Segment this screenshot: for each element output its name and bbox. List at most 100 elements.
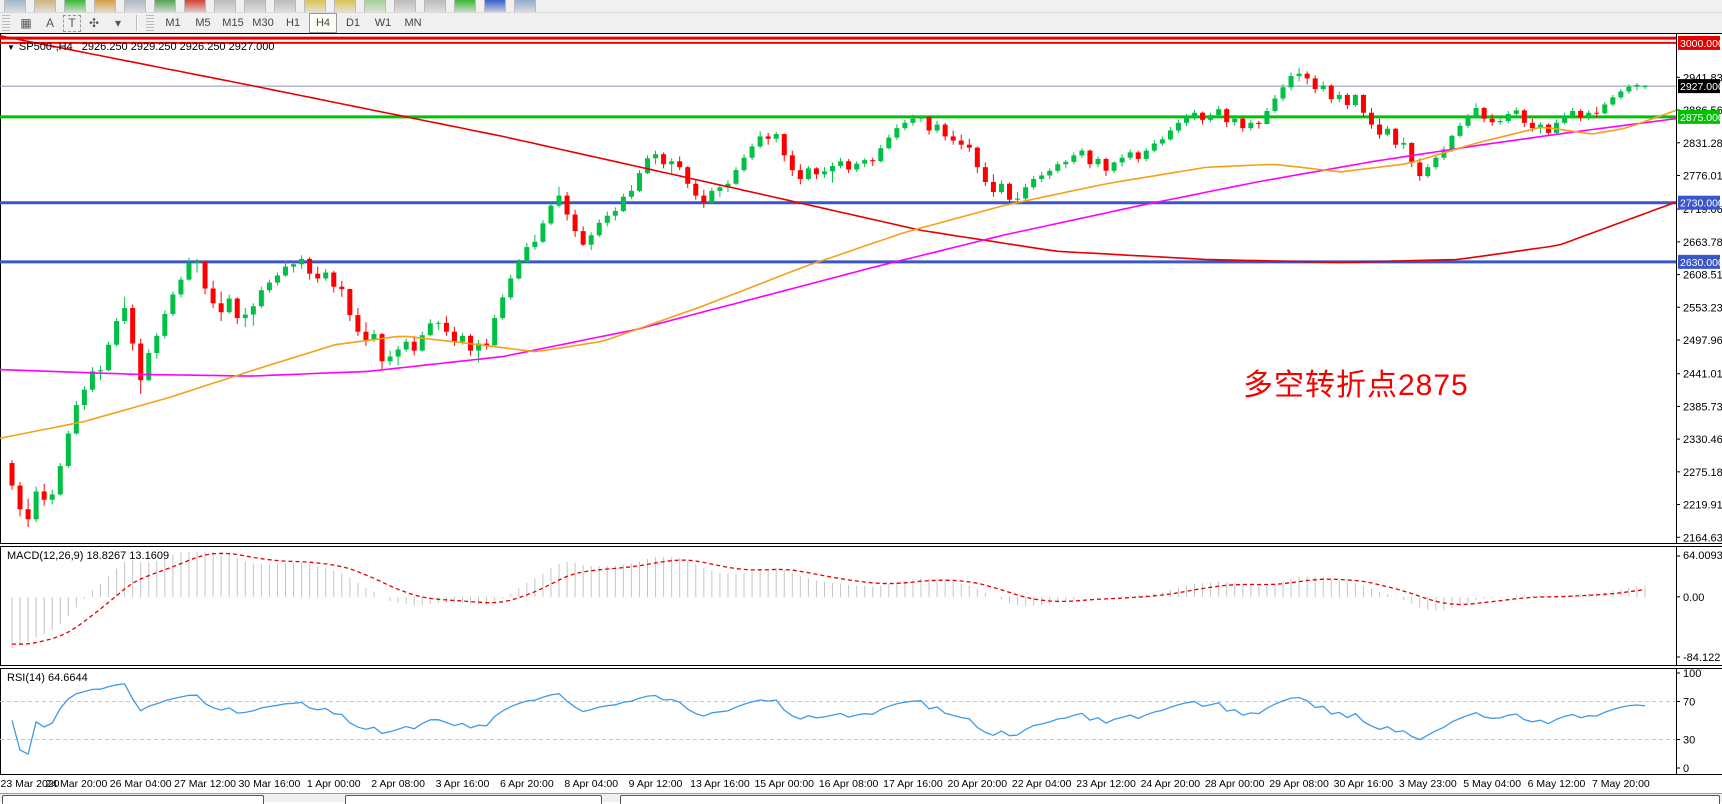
timeframe-button-h1[interactable]: H1 — [279, 13, 307, 33]
svg-text:30: 30 — [1683, 735, 1695, 747]
svg-text:3000.000: 3000.000 — [1680, 38, 1722, 50]
profiles-icon[interactable] — [94, 0, 116, 13]
date-tick-label: 22 Apr 04:00 — [1012, 778, 1072, 790]
ohlc-values: 2926.250 2929.250 2926.250 2927.000 — [82, 41, 275, 53]
date-tick-label: 24 Mar 20:00 — [45, 778, 107, 790]
svg-text:2441.010: 2441.010 — [1683, 369, 1722, 381]
rsi-label: RSI(14) 64.6644 — [7, 672, 88, 684]
svg-text:2630.000: 2630.000 — [1680, 257, 1722, 269]
h-resize-icon[interactable] — [274, 0, 296, 13]
date-tick-label: 28 Apr 00:00 — [1205, 778, 1265, 790]
date-tick-label: 6 May 12:00 — [1528, 778, 1586, 790]
toolbar-drag-handle[interactable] — [2, 15, 10, 31]
svg-text:0: 0 — [1683, 763, 1689, 775]
date-tick-label: 29 Apr 08:00 — [1269, 778, 1329, 790]
timeframe-button-m30[interactable]: M30 — [249, 13, 277, 33]
date-tick-label: 15 Apr 00:00 — [754, 778, 814, 790]
svg-text:2730.000: 2730.000 — [1680, 198, 1722, 210]
table-icon[interactable] — [364, 0, 386, 13]
date-tick-label: 23 Apr 12:00 — [1076, 778, 1136, 790]
tab-3[interactable] — [620, 795, 1720, 804]
svg-text:2776.010: 2776.010 — [1683, 170, 1722, 182]
date-tick-label: 20 Apr 20:00 — [948, 778, 1008, 790]
date-tick-label: 1 Apr 00:00 — [307, 778, 361, 790]
date-tick-label: 24 Apr 20:00 — [1141, 778, 1201, 790]
svg-text:2497.960: 2497.960 — [1683, 335, 1722, 347]
date-tick-label: 6 Apr 20:00 — [500, 778, 554, 790]
svg-text:64.0093: 64.0093 — [1683, 550, 1722, 562]
toolbar-separator — [136, 15, 138, 31]
date-tick-label: 3 Apr 16:00 — [436, 778, 490, 790]
rsi-panel[interactable]: 100 70 30 0 — [0, 668, 1722, 775]
tab-1[interactable] — [2, 795, 264, 804]
tab-2[interactable] — [345, 795, 602, 804]
refresh-stop-icon[interactable] — [184, 0, 206, 13]
top-toolbar — [0, 0, 1722, 13]
info-icon[interactable] — [484, 0, 506, 13]
chart-window: ▼SP500-,H4 2926.250 2929.250 2926.250 29… — [0, 33, 1722, 801]
chart-text-annotation[interactable]: 多空转折点2875 — [1243, 360, 1469, 404]
timeframe-button-m15[interactable]: M15 — [219, 13, 247, 33]
date-tick-label: 16 Apr 08:00 — [819, 778, 879, 790]
resize-right-icon[interactable] — [424, 0, 446, 13]
svg-text:2553.235: 2553.235 — [1683, 302, 1722, 314]
add-indicator-icon[interactable] — [454, 0, 476, 13]
svg-text:70: 70 — [1683, 697, 1695, 709]
date-tick-label: 27 Mar 12:00 — [174, 778, 236, 790]
svg-text:100: 100 — [1683, 668, 1701, 680]
svg-text:2608.510: 2608.510 — [1683, 270, 1722, 282]
new-chart-icon[interactable] — [4, 0, 26, 13]
pointer-grid-icon[interactable]: ▦ — [15, 14, 37, 32]
ruler-icon[interactable] — [514, 0, 536, 13]
svg-text:2875.000: 2875.000 — [1680, 112, 1722, 124]
svg-text:2927.000: 2927.000 — [1680, 81, 1722, 93]
svg-text:0.00: 0.00 — [1683, 592, 1704, 604]
date-tick-label: 7 May 20:00 — [1592, 778, 1650, 790]
preview-icon[interactable] — [154, 0, 176, 13]
macd-panel[interactable]: 64.0093 0.00 -84.122 — [0, 546, 1722, 666]
svg-text:2663.785: 2663.785 — [1683, 237, 1722, 249]
collapse-triangle-icon[interactable]: ▼ — [7, 43, 15, 52]
pencil-icon[interactable] — [304, 0, 326, 13]
price-panel[interactable]: 2941.8352886.5602831.2852776.0102719.060… — [0, 33, 1722, 544]
tools-toolbar: ▦AT✣▾ M1M5M15M30H1H4D1W1MN — [0, 13, 1722, 34]
text-annotation-icon[interactable]: A — [39, 14, 61, 32]
text-label-icon[interactable]: T — [63, 15, 81, 32]
svg-text:2164.635: 2164.635 — [1683, 532, 1722, 544]
timeframe-button-w1[interactable]: W1 — [369, 13, 397, 33]
date-axis: 23 Mar 202024 Mar 20:0026 Mar 04:0027 Ma… — [0, 775, 1722, 793]
save-icon[interactable] — [124, 0, 146, 13]
svg-text:2219.910: 2219.910 — [1683, 500, 1722, 512]
svg-text:2330.460: 2330.460 — [1683, 434, 1722, 446]
timeframe-drag-handle[interactable] — [146, 15, 154, 31]
add-order-icon[interactable] — [64, 0, 86, 13]
date-tick-label: 5 May 04:00 — [1463, 778, 1521, 790]
autoscroll-icon[interactable] — [214, 0, 236, 13]
timeframe-button-mn[interactable]: MN — [399, 13, 427, 33]
date-tick-label: 9 Apr 12:00 — [629, 778, 683, 790]
svg-text:2275.185: 2275.185 — [1683, 467, 1722, 479]
timeframe-button-h4[interactable]: H4 — [309, 13, 337, 33]
svg-text:2385.735: 2385.735 — [1683, 401, 1722, 413]
svg-text:-84.122: -84.122 — [1683, 652, 1720, 664]
date-tick-label: 26 Mar 04:00 — [110, 778, 172, 790]
chart-symbol-title: ▼SP500-,H4 2926.250 2929.250 2926.250 29… — [7, 41, 275, 53]
timeframe-button-m1[interactable]: M1 — [159, 13, 187, 33]
date-tick-label: 3 May 23:00 — [1399, 778, 1457, 790]
date-tick-label: 30 Apr 16:00 — [1334, 778, 1394, 790]
svg-text:2831.285: 2831.285 — [1683, 138, 1722, 150]
zoom-icon[interactable] — [34, 0, 56, 13]
timeframe-button-d1[interactable]: D1 — [339, 13, 367, 33]
date-tick-label: 2 Apr 08:00 — [371, 778, 425, 790]
resize-left-icon[interactable] — [394, 0, 416, 13]
dropdown-caret-icon[interactable]: ▾ — [107, 14, 129, 32]
date-tick-label: 30 Mar 16:00 — [238, 778, 300, 790]
macd-label: MACD(12,26,9) 18.8267 13.1609 — [7, 550, 169, 562]
date-tick-label: 17 Apr 16:00 — [883, 778, 943, 790]
date-tick-label: 8 Apr 04:00 — [564, 778, 618, 790]
arrow-tools-icon[interactable]: ✣ — [83, 14, 105, 32]
chart-shift-icon[interactable] — [244, 0, 266, 13]
pencil2-icon[interactable] — [334, 0, 356, 13]
date-tick-label: 13 Apr 16:00 — [690, 778, 750, 790]
timeframe-button-m5[interactable]: M5 — [189, 13, 217, 33]
